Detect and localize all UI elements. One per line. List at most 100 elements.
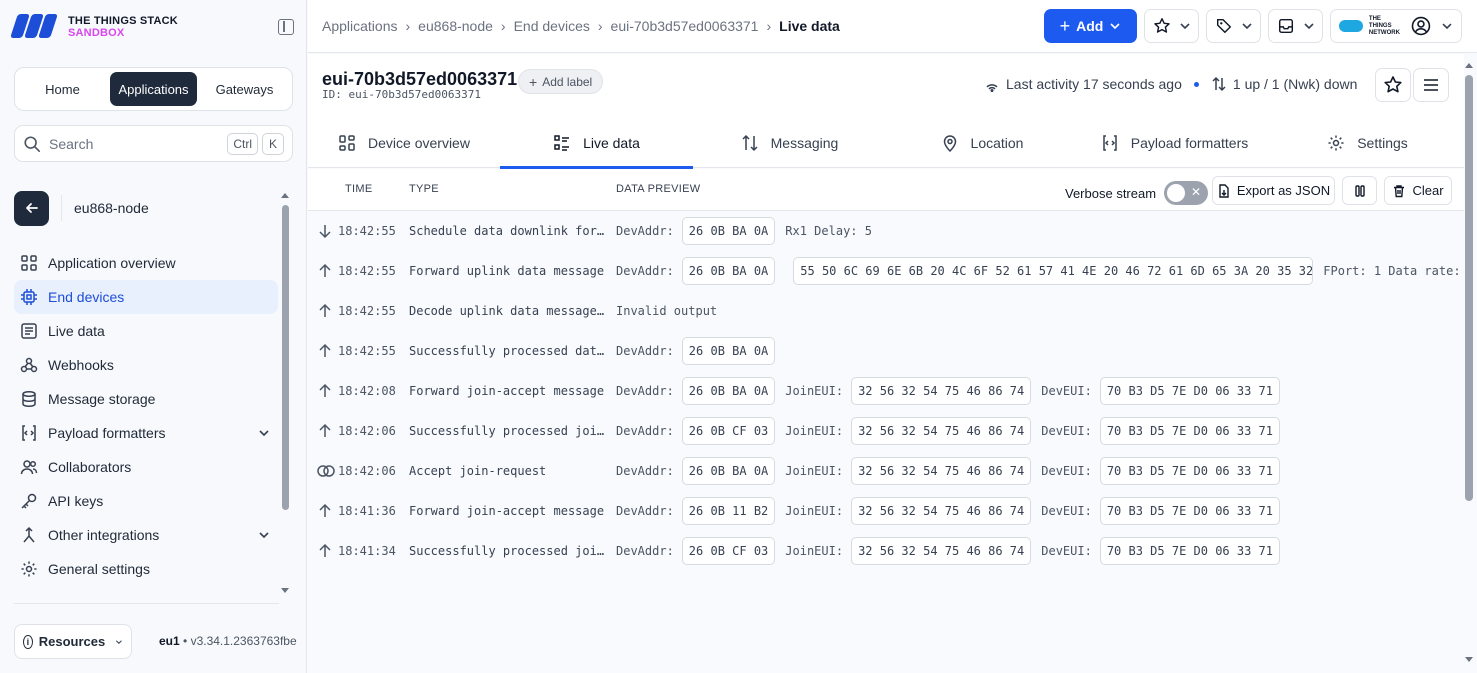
chevron-down-icon <box>1303 23 1314 30</box>
join-icon <box>317 463 335 479</box>
preview-value-chip[interactable]: 26 0B BA 0A <box>681 337 776 365</box>
event-row[interactable]: 18:42:55 Decode uplink data message… Inval… <box>308 291 1464 331</box>
preview-value-chip[interactable]: 70 B3 D5 7E D0 06 33 71 <box>1099 377 1280 405</box>
preview-value-chip[interactable]: 70 B3 D5 7E D0 06 33 71 <box>1099 457 1280 485</box>
breadcrumb-application[interactable]: eu868-node <box>418 18 493 34</box>
event-row[interactable]: 18:42:06 Accept join-request DevAddr: 26 0B… <box>308 451 1464 491</box>
bookmarks-button[interactable] <box>1144 9 1199 43</box>
event-time: 18:42:06 <box>338 424 396 438</box>
tab-location[interactable]: Location <box>886 118 1078 168</box>
preview-value-chip[interactable]: 26 0B BA 0A <box>681 457 776 485</box>
event-row[interactable]: 18:42:08 Forward join-accept message DevAd… <box>308 371 1464 411</box>
preview-value-chip[interactable]: 26 0B BA 0A <box>681 217 776 245</box>
sidebar-item-collaborators[interactable]: Collaborators <box>14 450 278 484</box>
sidebar-item-live-data[interactable]: Live data <box>14 314 278 348</box>
inbox-button[interactable] <box>1268 9 1323 43</box>
sidebar-item-label: Message storage <box>48 391 156 407</box>
preview-value-chip[interactable]: 32 56 32 54 75 46 86 74 <box>851 457 1032 485</box>
sidebar-item-payload-formatters[interactable]: Payload formatters <box>14 416 278 450</box>
event-time: 18:42:08 <box>338 384 396 398</box>
tab-device-overview[interactable]: Device overview <box>308 118 500 168</box>
clear-button[interactable]: Clear <box>1384 176 1452 205</box>
preview-key: DevEUI: <box>1041 504 1092 518</box>
main-scrollbar[interactable] <box>1465 75 1473 501</box>
back-button[interactable] <box>14 190 49 226</box>
preview-key: Rx1 Delay: 5 <box>785 224 872 238</box>
pause-button[interactable] <box>1342 176 1377 205</box>
chevron-down-icon[interactable] <box>258 427 270 439</box>
brand-logo[interactable]: THE THINGS STACK SANDBOX <box>10 14 178 40</box>
event-preview: DevAddr: 26 0B BA 0A Rx1 Delay: 5 <box>616 217 872 245</box>
traffic-count: 1 up / 1 (Nwk) down <box>1232 76 1358 92</box>
sidebar-item-application-overview[interactable]: Application overview <box>14 246 278 280</box>
preview-value-chip[interactable]: 70 B3 D5 7E D0 06 33 71 <box>1099 537 1280 565</box>
clear-label: Clear <box>1412 183 1444 198</box>
account-menu-button[interactable]: THE THINGS NETWORK <box>1330 9 1462 43</box>
verbose-stream-toggle[interactable] <box>1164 181 1209 205</box>
network-logo-text: THE THINGS NETWORK <box>1368 15 1400 36</box>
segment-home[interactable]: Home <box>19 72 106 106</box>
event-type: Forward uplink data message <box>409 264 605 278</box>
add-button[interactable]: + Add <box>1044 9 1137 43</box>
breadcrumb-applications[interactable]: Applications <box>322 18 398 34</box>
preview-value-chip[interactable]: 32 56 32 54 75 46 86 74 <box>851 417 1032 445</box>
export-json-button[interactable]: Export as JSON <box>1212 176 1335 205</box>
preview-value-chip[interactable]: 26 0B CF 03 <box>681 417 776 445</box>
breadcrumb-end-devices[interactable]: End devices <box>514 18 590 34</box>
segment-gateways[interactable]: Gateways <box>201 72 288 106</box>
preview-value-chip[interactable]: 32 56 32 54 75 46 86 74 <box>851 497 1032 525</box>
chevron-right-icon: › <box>597 18 603 34</box>
preview-key: DevEUI: <box>1041 544 1092 558</box>
tags-button[interactable] <box>1206 9 1261 43</box>
sidebar-item-api-keys[interactable]: API keys <box>14 484 278 518</box>
chevron-down-icon <box>1110 23 1120 30</box>
sidebar-item-message-storage[interactable]: Message storage <box>14 382 278 416</box>
preview-value-chip[interactable]: 26 0B BA 0A <box>681 377 776 405</box>
plus-icon: + <box>1059 15 1071 36</box>
tab-live-data[interactable]: Live data <box>500 118 693 169</box>
event-row[interactable]: 18:42:55 Successfully processed dat… DevAd… <box>308 331 1464 371</box>
preview-value-chip[interactable]: 32 56 32 54 75 46 86 74 <box>851 377 1032 405</box>
breadcrumb-device[interactable]: eui-70b3d57ed0063371 <box>611 18 759 34</box>
add-label: Add <box>1076 18 1104 34</box>
search-input[interactable]: Search Ctrl K <box>14 125 293 162</box>
event-row[interactable]: 18:42:55 Forward uplink data message DevAd… <box>308 251 1464 291</box>
preview-value-chip[interactable]: 26 0B CF 03 <box>681 537 776 565</box>
preview-value-chip[interactable]: 55 50 6C 69 6E 6B 20 4C 6F 52 61 57 41 4… <box>793 257 1314 285</box>
event-time: 18:42:55 <box>338 344 396 358</box>
sidebar-item-other-integrations[interactable]: Other integrations <box>14 518 278 552</box>
sidebar-item-general-settings[interactable]: General settings <box>14 552 278 586</box>
preview-value-chip[interactable]: 32 56 32 54 75 46 86 74 <box>851 537 1032 565</box>
event-row[interactable]: 18:42:55 Schedule data downlink for… DevAd… <box>308 211 1464 251</box>
add-label-button[interactable]: + Add label <box>518 69 604 94</box>
tab-payload-formatters[interactable]: Payload formatters <box>1078 118 1271 168</box>
scroll-up-arrow-icon[interactable] <box>281 193 289 198</box>
chevron-down-icon[interactable] <box>258 529 270 541</box>
more-menu-button[interactable] <box>1413 68 1449 102</box>
event-row[interactable]: 18:41:36 Forward join-accept message DevAd… <box>308 491 1464 531</box>
sidebar-item-webhooks[interactable]: Webhooks <box>14 348 278 382</box>
preview-value-chip[interactable]: 26 0B 11 B2 <box>681 497 776 525</box>
device-header: eui-70b3d57ed0063371 ID: eui-70b3d57ed00… <box>308 54 1464 118</box>
resources-button[interactable]: i Resources <box>14 624 132 659</box>
tab-settings[interactable]: Settings <box>1271 118 1464 168</box>
scroll-down-arrow-icon[interactable] <box>1465 657 1473 662</box>
event-type: Successfully processed joi… <box>409 424 605 438</box>
preview-value-chip[interactable]: 70 B3 D5 7E D0 06 33 71 <box>1099 497 1280 525</box>
event-row[interactable]: 18:41:34 Successfully processed joi… DevAd… <box>308 531 1464 571</box>
favorite-button[interactable] <box>1375 68 1411 102</box>
segment-applications[interactable]: Applications <box>110 72 197 106</box>
file-download-icon <box>1219 183 1229 198</box>
arrow-up-icon <box>317 303 333 319</box>
scroll-down-arrow-icon[interactable] <box>281 588 289 593</box>
tab-label: Live data <box>583 135 640 151</box>
chevron-down-icon <box>1442 23 1452 30</box>
event-row[interactable]: 18:42:06 Successfully processed joi… DevAd… <box>308 411 1464 451</box>
collapse-sidebar-icon[interactable] <box>278 19 294 35</box>
sidebar-item-end-devices[interactable]: End devices <box>14 280 278 314</box>
tab-messaging[interactable]: Messaging <box>693 118 886 168</box>
scroll-up-arrow-icon[interactable] <box>1465 63 1473 68</box>
preview-value-chip[interactable]: 26 0B BA 0A <box>681 257 776 285</box>
sidebar-scrollbar[interactable] <box>282 205 289 510</box>
preview-value-chip[interactable]: 70 B3 D5 7E D0 06 33 71 <box>1099 417 1280 445</box>
